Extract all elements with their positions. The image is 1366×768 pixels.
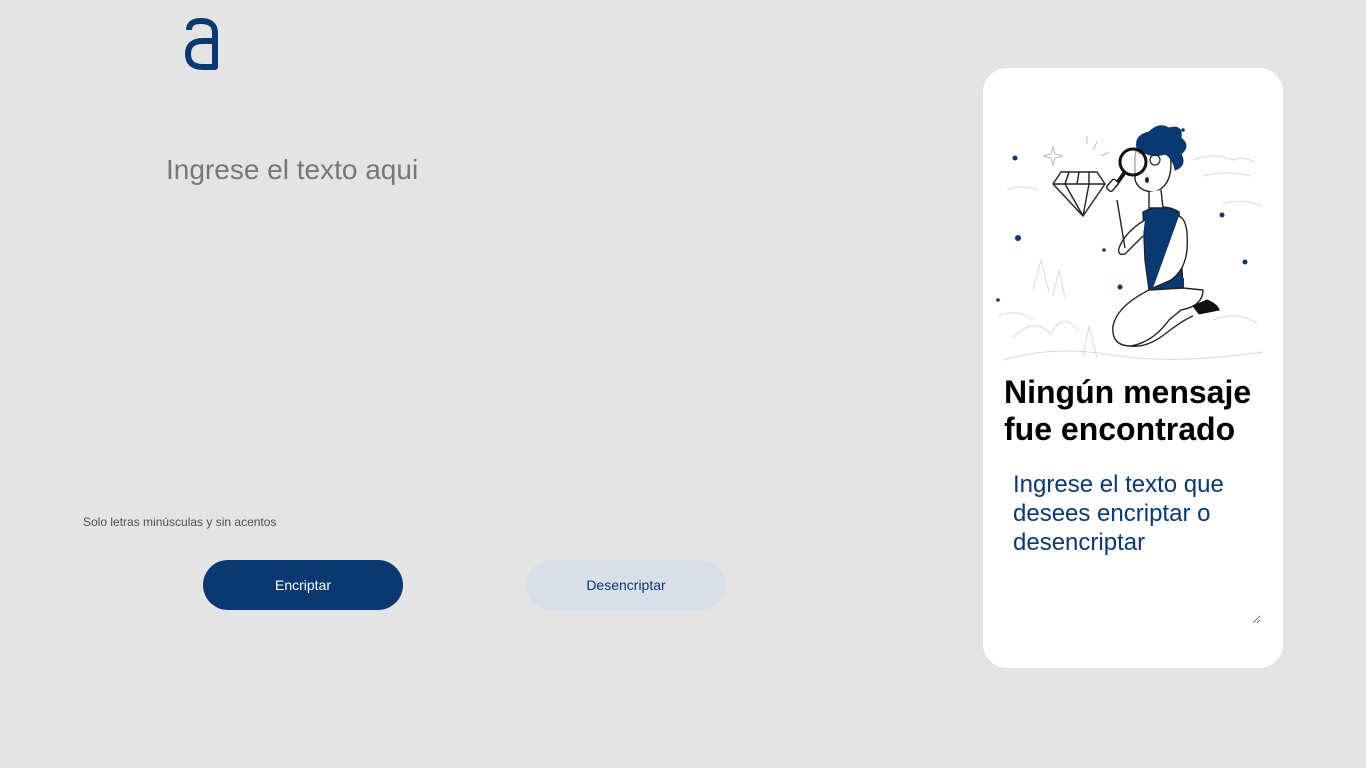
person-magnifying-glass-illustration: [996, 125, 1264, 361]
app-page: Solo letras minúsculas y sin acentos Enc…: [0, 0, 1366, 768]
output-textarea[interactable]: [1009, 468, 1261, 624]
input-hint: Solo letras minúsculas y sin acentos: [83, 515, 276, 529]
alura-logo: [185, 18, 218, 70]
output-panel: Ningún mensaje fue encontrado: [983, 68, 1283, 668]
encrypt-button[interactable]: Encriptar: [203, 560, 403, 610]
hint-text: Solo letras minúsculas y sin acentos: [83, 515, 277, 529]
decrypt-button[interactable]: Desencriptar: [526, 560, 726, 610]
empty-state-title: Ningún mensaje fue encontrado: [1004, 374, 1252, 447]
text-input[interactable]: [162, 150, 730, 488]
